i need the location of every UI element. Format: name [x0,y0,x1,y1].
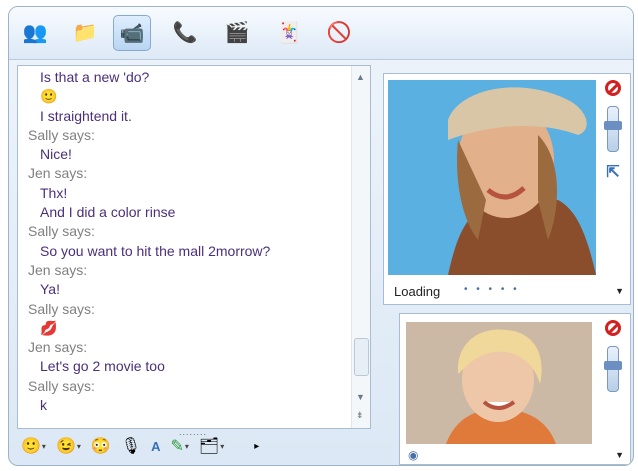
remote-webcam-controls: ⇱ [602,80,624,182]
local-webcam-controls [602,320,624,392]
chat-message: Ya! [40,281,60,298]
activities-button[interactable]: 🎬 [219,15,255,49]
chat-sender: Sally says: [28,223,95,240]
conversation-history[interactable]: Is that a new 'do? 🙂 I straightend it. S… [17,65,371,429]
emoticon-button[interactable]: 🙂 ▾ [17,436,50,456]
stop-webcam-icon[interactable] [605,320,621,336]
wink-button[interactable]: 😉 ▾ [52,436,85,456]
local-webcam-image [406,322,592,444]
video-call-icon: 📹 [119,22,145,45]
handwriting-button[interactable]: ✎ ▾ [167,436,193,456]
voice-clip-icon: 🎙 [120,438,142,455]
slider-knob[interactable] [604,361,622,370]
remote-webcam-image [388,80,596,275]
voice-call-button[interactable]: 📞 [167,15,203,49]
send-files-button[interactable]: 📁 [67,15,103,49]
loading-dots: • • • • • [464,284,520,295]
block-contact-icon: 🚫 [326,21,352,44]
formatting-toolbar: 🙂 ▾ 😉 ▾ 😳 🎙 A ✎ ▾ 🗂 ▾ ▸ [17,431,369,461]
phone-icon: 📞 [172,21,198,44]
webcam-status: Loading [394,284,441,299]
chat-sender: Jen says: [28,261,88,278]
chat-scrollbar[interactable]: ▲ ▼ ⇟ [351,66,370,428]
background-icon: 🗂 [198,438,220,455]
font-button[interactable]: A [147,439,164,454]
voice-clip-button[interactable]: 🎙 [117,436,145,456]
more-button[interactable]: ▸ [250,441,263,452]
remote-webcam-dropdown-icon[interactable]: ▼ [615,286,624,296]
chevron-down-icon: ▾ [184,441,189,451]
emoticon-icon: 🙂 [21,438,41,455]
expand-icon[interactable]: ⇱ [606,162,619,182]
invite-contact-icon: 👥 [22,21,48,44]
chevron-down-icon: ▾ [220,441,225,451]
font-icon: A [151,438,161,454]
chat-sender: Jen says: [28,339,88,356]
chevron-down-icon: ▾ [41,441,46,451]
video-call-button[interactable]: 📹 [113,15,151,51]
games-button[interactable]: 🃏 [271,15,307,49]
chat-message: 🙂 [40,88,58,105]
local-webcam-dropdown-icon[interactable]: ▼ [615,450,624,460]
local-webcam-panel: ◉ ▼ [399,313,631,465]
wink-icon: 😉 [55,438,76,455]
scroll-down-icon[interactable]: ▼ [356,392,365,402]
chat-sender: Sally says: [28,377,95,394]
chat-sender: Sally says: [28,126,95,143]
remote-webcam-panel: ⇱ Loading • • • • • ▼ [383,73,631,305]
invite-contact-button[interactable]: 👥 [17,15,53,49]
local-webcam-video [406,322,592,444]
chat-window: 👥 📁 📹 📞 🎬 🃏 🚫 Is that a new 'do? 🙂 I str… [8,6,634,466]
chat-sender: Jen says: [28,165,88,182]
chat-message: Nice! [40,146,72,163]
scroll-end-icon[interactable]: ⇟ [356,410,364,421]
chat-lines: Is that a new 'do? 🙂 I straightend it. S… [28,68,343,415]
chevron-right-icon: ▸ [254,440,260,452]
pen-icon: ✎ [170,438,184,455]
chat-message: So you want to hit the mall 2morrow? [40,242,271,259]
chat-message: Is that a new 'do? [40,69,150,85]
background-button[interactable]: 🗂 ▾ [195,436,228,456]
stop-webcam-icon[interactable] [605,80,621,96]
scroll-thumb[interactable] [354,338,369,376]
nudge-button[interactable]: 😳 [87,436,115,456]
activities-icon: 🎬 [224,21,250,44]
volume-slider[interactable] [604,106,622,152]
nudge-icon: 😳 [90,438,111,455]
slider-knob[interactable] [604,121,622,130]
chat-message: k [40,397,47,414]
chat-message: Thx! [40,184,68,201]
chevron-down-icon: ▾ [76,441,81,451]
volume-slider[interactable] [604,346,622,392]
scroll-up-icon[interactable]: ▲ [356,72,365,82]
toolbar: 👥 📁 📹 📞 🎬 🃏 🚫 [9,7,633,60]
cards-icon: 🃏 [276,21,302,44]
chat-sender: Sally says: [28,300,95,317]
chat-message: Let's go 2 movie too [40,358,165,375]
chat-message: 💋 [40,319,58,336]
chat-message: And I did a color rinse [40,204,176,221]
webcam-icon[interactable]: ◉ [408,448,418,462]
folder-icon: 📁 [72,21,98,44]
chat-message: I straightend it. [40,107,132,124]
remote-webcam-video [388,80,596,275]
block-contact-button[interactable]: 🚫 [321,15,357,49]
